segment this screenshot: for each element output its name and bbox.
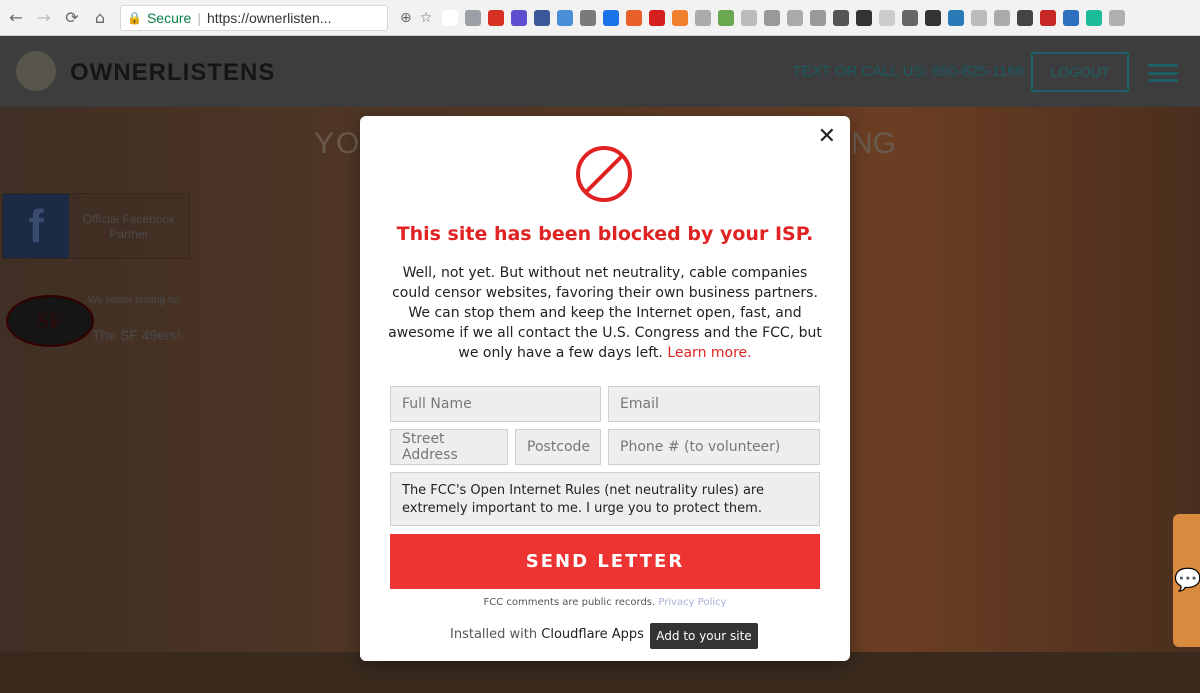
bookmark-star-icon[interactable]: ☆	[420, 10, 433, 26]
menu-bar	[1148, 71, 1178, 75]
gray5-extension-icon[interactable]	[879, 9, 896, 26]
url-text: https://ownerlisten...	[206, 9, 332, 26]
sf49ers-label: We power texting for	[88, 295, 180, 306]
menu-icon[interactable]	[1148, 64, 1178, 82]
public-records-note: FCC comments are public records. Privacy…	[360, 597, 850, 608]
g-extension-icon[interactable]	[764, 9, 781, 26]
gray3-extension-icon[interactable]	[787, 9, 804, 26]
cloudflare-apps-label[interactable]: Cloudflare Apps	[541, 627, 644, 642]
sf49ers-badge[interactable]: SF We power texting for The SF 49ers!	[4, 287, 190, 351]
lock-icon: 🔒	[127, 10, 142, 25]
browser-toolbar: ← → ⟳ ⌂ 🔒 Secure | https://ownerlisten..…	[0, 0, 1200, 36]
abp-extension-icon[interactable]	[465, 9, 482, 26]
modal-body: Well, not yet. But without net neutralit…	[386, 263, 824, 363]
extensions-bar	[442, 9, 1126, 26]
gray2-extension-icon[interactable]	[741, 9, 758, 26]
letter-textarea[interactable]: The FCC's Open Internet Rules (net neutr…	[390, 472, 820, 526]
f?-extension-icon[interactable]	[442, 9, 459, 26]
street-address-input[interactable]: Street Address	[390, 429, 508, 465]
installed-with: Installed with Cloudflare Apps	[450, 627, 644, 642]
site-header: OWNERLISTENS TEXT OR CALL US: 650-825-11…	[0, 37, 1200, 107]
gray7-extension-icon[interactable]	[994, 9, 1011, 26]
sync-extension-icon[interactable]	[557, 9, 574, 26]
orange-extension-icon[interactable]	[672, 9, 689, 26]
logo-text[interactable]: OWNERLISTENS	[70, 59, 275, 87]
phone-text[interactable]: TEXT OR CALL US: 650-825-1166	[792, 63, 1024, 80]
facebook-partner-text: Official Facebook Partner	[82, 212, 176, 241]
blocked-icon	[576, 146, 632, 202]
cloud-extension-icon[interactable]	[1063, 9, 1080, 26]
hero-title-right: NG	[851, 127, 896, 160]
omnibox-actions: ⊕ ☆	[400, 10, 432, 26]
gray1-extension-icon[interactable]	[695, 9, 712, 26]
logout-button[interactable]: LOGOUT	[1031, 52, 1129, 92]
forward-icon[interactable]: →	[32, 6, 56, 30]
net-neutrality-modal: ✕ This site has been blocked by your ISP…	[360, 116, 850, 661]
facebook-extension-icon[interactable]	[534, 9, 551, 26]
hero-title-left: YO	[314, 127, 362, 160]
close-icon[interactable]: ✕	[818, 126, 836, 148]
translate-icon[interactable]: ⊕	[400, 10, 412, 26]
rainbow-extension-icon[interactable]	[718, 9, 735, 26]
pen-extension-icon[interactable]	[580, 9, 597, 26]
chat-icon[interactable]: 💬	[1173, 514, 1200, 647]
menu-bar	[1148, 79, 1178, 82]
sf49ers-name: The SF 49ers!	[92, 327, 181, 343]
address-bar[interactable]: 🔒 Secure | https://ownerlisten...	[120, 4, 388, 31]
email-input[interactable]: Email	[608, 386, 820, 422]
logo-icon	[16, 51, 56, 91]
plus-extension-icon[interactable]	[626, 9, 643, 26]
a-extension-icon[interactable]	[948, 9, 965, 26]
s-extension-icon[interactable]	[1109, 9, 1126, 26]
public-records-text: FCC comments are public records.	[483, 597, 656, 608]
facebook-icon: f	[3, 194, 69, 258]
add-to-site-button[interactable]: Add to your site	[650, 623, 758, 649]
phone-input[interactable]: Phone # (to volunteer)	[608, 429, 820, 465]
installed-prefix: Installed with	[450, 627, 538, 642]
facebook-partner-badge[interactable]: f Official Facebook Partner	[2, 193, 190, 259]
reload-icon[interactable]: ⟳	[60, 6, 84, 30]
iq-extension-icon[interactable]	[603, 9, 620, 26]
menu-bar	[1148, 64, 1178, 67]
y-extension-icon[interactable]	[511, 9, 528, 26]
back-icon[interactable]: ←	[4, 6, 28, 30]
gmail-extension-icon[interactable]	[488, 9, 505, 26]
learn-more-link[interactable]: Learn more.	[667, 345, 751, 361]
postcode-input[interactable]: Postcode	[515, 429, 601, 465]
secure-label: Secure	[146, 9, 192, 26]
privacy-policy-link[interactable]: Privacy Policy	[658, 597, 726, 608]
home-icon[interactable]: ⌂	[88, 6, 112, 30]
sf49ers-logo: SF	[6, 295, 94, 347]
face-extension-icon[interactable]	[902, 9, 919, 26]
gray6-extension-icon[interactable]	[971, 9, 988, 26]
separator: |	[197, 9, 201, 26]
gray4-extension-icon[interactable]	[810, 9, 827, 26]
modal-title: This site has been blocked by your ISP.	[396, 223, 814, 245]
red-circle-extension-icon[interactable]	[649, 9, 666, 26]
f-red-extension-icon[interactable]	[1040, 9, 1057, 26]
send-letter-button[interactable]: SEND LETTER	[390, 534, 820, 589]
full-name-input[interactable]: Full Name	[390, 386, 601, 422]
meter-extension-icon[interactable]	[856, 9, 873, 26]
note-extension-icon[interactable]	[833, 9, 850, 26]
wolf-extension-icon[interactable]	[925, 9, 942, 26]
modal-body-text: Well, not yet. But without net neutralit…	[388, 265, 822, 361]
f-green-extension-icon[interactable]	[1086, 9, 1103, 26]
down-extension-icon[interactable]	[1017, 9, 1034, 26]
